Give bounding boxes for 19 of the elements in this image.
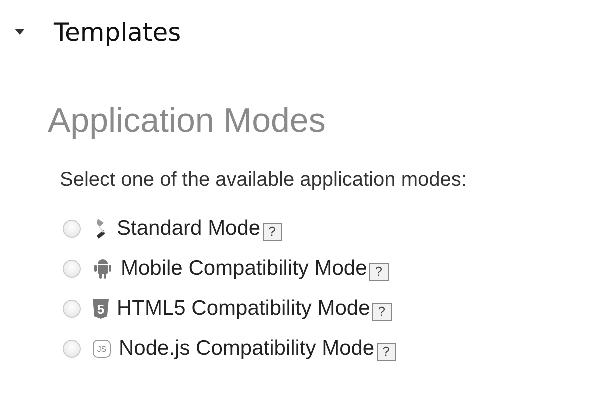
radio-button[interactable]: [63, 260, 81, 278]
help-badge[interactable]: ?: [372, 303, 392, 321]
radio-button[interactable]: [63, 220, 81, 238]
nodejs-icon: JS: [93, 340, 111, 358]
mode-label[interactable]: Node.js Compatibility Mode: [119, 337, 375, 361]
android-icon: [93, 258, 113, 280]
mode-label[interactable]: Mobile Compatibility Mode: [121, 257, 368, 281]
page-heading: Application Modes: [48, 102, 327, 141]
html5-icon: 5: [93, 299, 109, 319]
help-badge[interactable]: ?: [262, 223, 282, 241]
radio-button[interactable]: [63, 340, 81, 358]
help-badge[interactable]: ?: [369, 263, 389, 281]
caret-icon[interactable]: [14, 28, 26, 36]
radio-button[interactable]: [63, 300, 81, 318]
instruction-text: Select one of the available application modes:: [60, 169, 468, 192]
section-title: Templates: [54, 18, 182, 46]
mode-label[interactable]: HTML5 Compatibility Mode: [117, 297, 370, 321]
help-badge[interactable]: ?: [376, 343, 396, 361]
mode-label[interactable]: Standard Mode: [117, 217, 261, 241]
